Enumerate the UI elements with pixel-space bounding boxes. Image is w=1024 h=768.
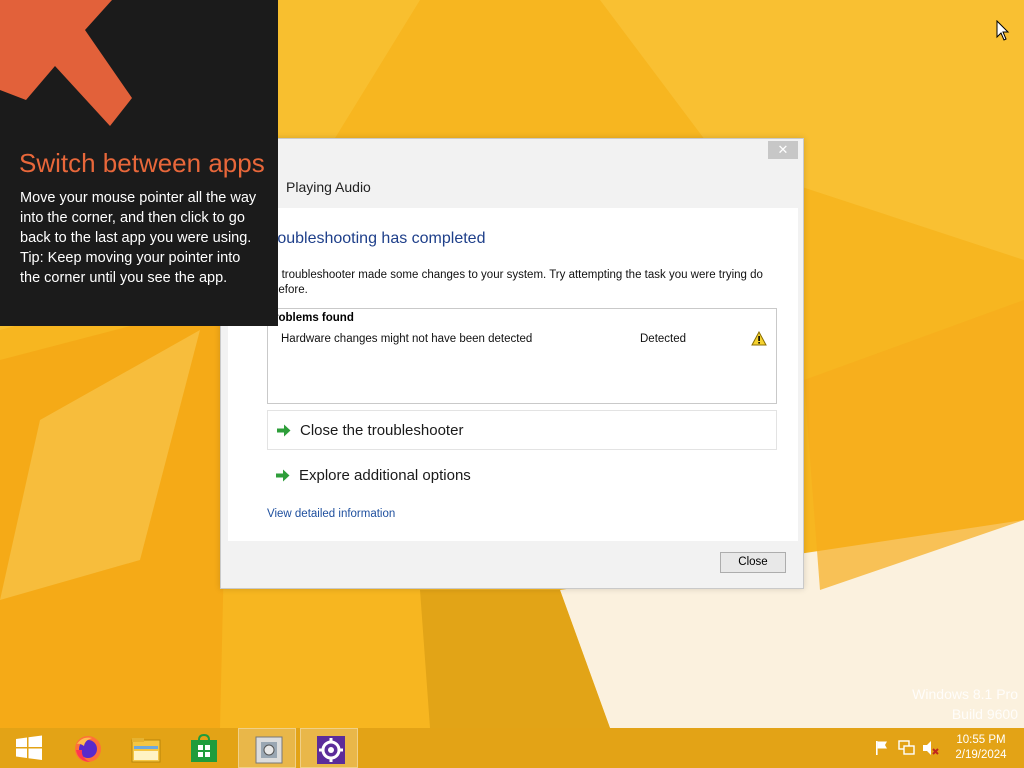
watermark-edition: Windows 8.1 Pro	[912, 686, 1018, 702]
taskbar-troubleshooter[interactable]	[238, 728, 296, 768]
dialog-title: Playing Audio	[286, 179, 371, 195]
volume-muted-icon[interactable]	[922, 740, 940, 761]
clock-date: 2/19/2024	[955, 749, 1007, 761]
green-arrow-icon	[277, 424, 291, 441]
switch-apps-tip: Switch between apps Move your mouse poin…	[0, 0, 278, 326]
taskbar: 10:55 PM 2/19/2024	[0, 728, 1024, 768]
tip-body: Move your mouse pointer all the way into…	[20, 188, 260, 288]
close-troubleshooter-option[interactable]: Close the troubleshooter	[267, 410, 777, 450]
network-icon[interactable]	[898, 740, 916, 761]
green-arrow-icon	[276, 469, 290, 486]
corner-arrow-icon	[0, 0, 140, 140]
completion-description: e troubleshooter made some changes to yo…	[272, 269, 763, 296]
taskbar-file-explorer[interactable]	[116, 728, 174, 768]
explore-options-option[interactable]: Explore additional options	[267, 456, 777, 496]
watermark-build: Build 9600	[951, 706, 1018, 722]
start-button[interactable]	[0, 728, 58, 768]
problems-found-panel: roblems found Hardware changes might not…	[267, 308, 777, 404]
close-troubleshooter-label: Close the troubleshooter	[300, 422, 464, 439]
firefox-icon	[75, 736, 101, 762]
problems-found-header: roblems found	[274, 312, 354, 324]
clock-time: 10:55 PM	[956, 734, 1006, 746]
close-button[interactable]: Close	[720, 552, 786, 573]
troubleshooter-dialog: ✕ Playing Audio roubleshooting has compl…	[220, 138, 804, 589]
gear-icon	[317, 736, 345, 764]
completion-heading: roubleshooting has completed	[272, 230, 486, 247]
tip-hint: Tip: Keep moving your pointer into the c…	[20, 250, 241, 286]
store-icon	[191, 734, 217, 762]
system-clock[interactable]: 10:55 PM 2/19/2024	[948, 733, 1014, 763]
windows-logo-icon	[16, 735, 42, 760]
taskbar-settings[interactable]	[300, 728, 358, 768]
problem-status: Detected	[640, 333, 687, 345]
warning-icon	[751, 330, 767, 351]
problem-name: Hardware changes might not have been det…	[281, 333, 533, 345]
taskbar-firefox[interactable]	[58, 728, 116, 768]
folder-icon	[131, 738, 161, 763]
dialog-close-x-button[interactable]: ✕	[768, 141, 798, 159]
windows-watermark: Windows 8.1 Pro Build 9600	[912, 684, 1018, 724]
explore-options-label: Explore additional options	[299, 467, 471, 484]
mouse-cursor-icon	[996, 19, 1010, 47]
troubleshooter-icon	[255, 736, 283, 764]
taskbar-store[interactable]	[174, 728, 232, 768]
tip-title: Switch between apps	[19, 148, 265, 178]
tip-instruction: Move your mouse pointer all the way into…	[20, 190, 257, 246]
flag-icon[interactable]	[874, 740, 890, 761]
view-details-link[interactable]: View detailed information	[267, 508, 395, 520]
dialog-content: roubleshooting has completed e troublesh…	[228, 208, 798, 541]
